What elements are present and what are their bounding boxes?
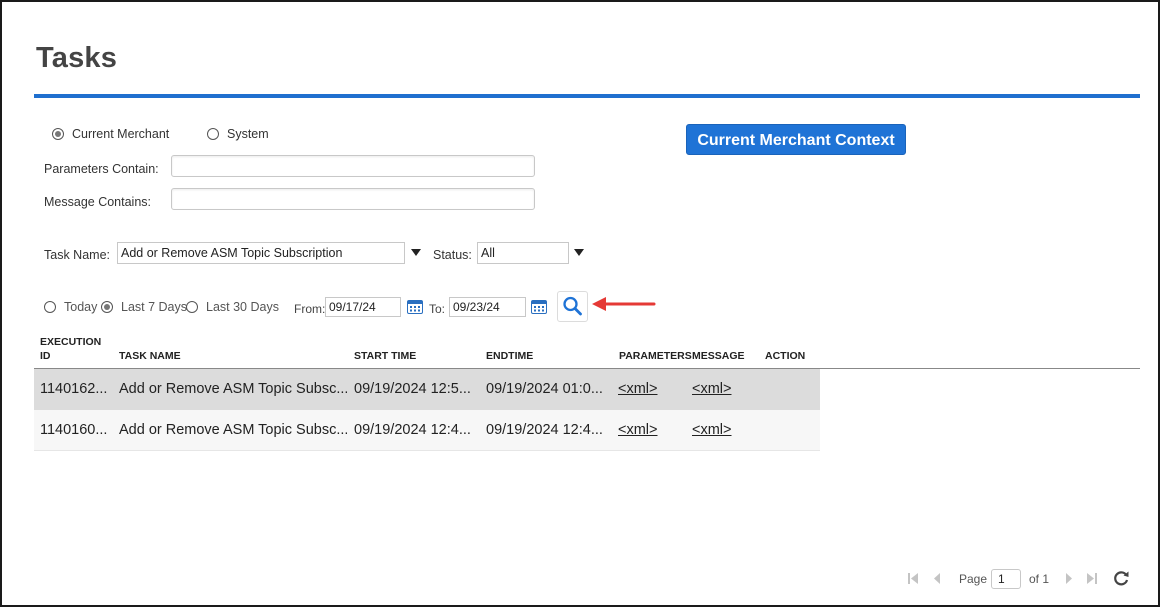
page-number-input[interactable]: 1 <box>991 569 1021 589</box>
table-row[interactable]: 1140162... Add or Remove ASM Topic Subsc… <box>34 369 820 410</box>
message-xml-link[interactable]: <xml> <box>692 410 732 451</box>
from-date-input[interactable]: 09/17/24 <box>325 297 401 317</box>
parameters-contain-label: Parameters Contain: <box>44 162 159 176</box>
radio-last-30-days-label[interactable]: Last 30 Days <box>206 300 279 314</box>
task-name-select[interactable]: Add or Remove ASM Topic Subscription <box>117 242 405 264</box>
table-row[interactable]: 1140160... Add or Remove ASM Topic Subsc… <box>34 410 820 451</box>
page-title: Tasks <box>36 42 118 74</box>
tasks-page: Tasks Current Merchant System Current Me… <box>0 0 1160 607</box>
refresh-icon[interactable] <box>1112 569 1130 587</box>
task-name-cell: Add or Remove ASM Topic Subsc... <box>119 422 347 438</box>
from-label: From: <box>294 302 326 316</box>
column-header-execution-id[interactable]: EXECUTION ID <box>40 336 101 362</box>
column-header-message[interactable]: MESSAGE <box>692 350 745 362</box>
to-calendar-icon[interactable] <box>531 299 547 314</box>
column-header-endtime[interactable]: ENDTIME <box>486 350 533 362</box>
endtime-cell: 09/19/2024 12:4... <box>486 422 603 438</box>
parameters-contain-input[interactable] <box>171 155 535 177</box>
parameters-xml-link[interactable]: <xml> <box>618 369 658 410</box>
radio-today[interactable] <box>44 301 56 313</box>
prev-page-icon[interactable] <box>932 572 942 585</box>
title-divider <box>34 94 1140 98</box>
message-contains-label: Message Contains: <box>44 195 152 209</box>
endtime-cell: 09/19/2024 01:0... <box>486 381 603 397</box>
start-time-cell: 09/19/2024 12:4... <box>354 422 471 438</box>
to-label: To: <box>429 302 446 316</box>
last-page-icon[interactable] <box>1086 572 1098 585</box>
page-total-label: of 1 <box>1029 572 1050 586</box>
radio-today-label[interactable]: Today <box>64 300 97 314</box>
message-xml-link[interactable]: <xml> <box>692 369 732 410</box>
task-name-label: Task Name: <box>44 248 110 262</box>
current-merchant-context-button[interactable]: Current Merchant Context <box>686 124 906 155</box>
column-header-start-time[interactable]: START TIME <box>354 350 416 362</box>
search-button[interactable] <box>557 291 588 322</box>
column-header-action: ACTION <box>765 350 806 362</box>
task-name-dropdown-caret-icon[interactable] <box>411 249 421 256</box>
to-date-input[interactable]: 09/23/24 <box>449 297 526 317</box>
search-icon <box>563 296 582 316</box>
from-calendar-icon[interactable] <box>407 299 423 314</box>
radio-last-30-days[interactable] <box>186 301 198 313</box>
radio-last-7-days-label[interactable]: Last 7 Days <box>121 300 187 314</box>
radio-current-merchant[interactable] <box>52 128 64 140</box>
status-select[interactable]: All <box>477 242 569 264</box>
parameters-xml-link[interactable]: <xml> <box>618 410 658 451</box>
start-time-cell: 09/19/2024 12:5... <box>354 381 471 397</box>
message-contains-input[interactable] <box>171 188 535 210</box>
column-header-task-name[interactable]: TASK NAME <box>119 350 181 362</box>
radio-system-label[interactable]: System <box>227 127 269 141</box>
next-page-icon[interactable] <box>1064 572 1074 585</box>
first-page-icon[interactable] <box>907 572 919 585</box>
page-label: Page <box>959 572 988 586</box>
execution-id-cell: 1140160... <box>40 422 108 438</box>
status-dropdown-caret-icon[interactable] <box>574 249 584 256</box>
execution-id-cell: 1140162... <box>40 381 108 397</box>
status-label: Status: <box>433 248 472 262</box>
radio-last-7-days[interactable] <box>101 301 113 313</box>
radio-current-merchant-label[interactable]: Current Merchant <box>72 127 169 141</box>
column-header-parameters[interactable]: PARAMETERS <box>619 350 692 362</box>
task-name-cell: Add or Remove ASM Topic Subsc... <box>119 381 347 397</box>
annotation-arrow-icon <box>592 297 656 311</box>
radio-system[interactable] <box>207 128 219 140</box>
